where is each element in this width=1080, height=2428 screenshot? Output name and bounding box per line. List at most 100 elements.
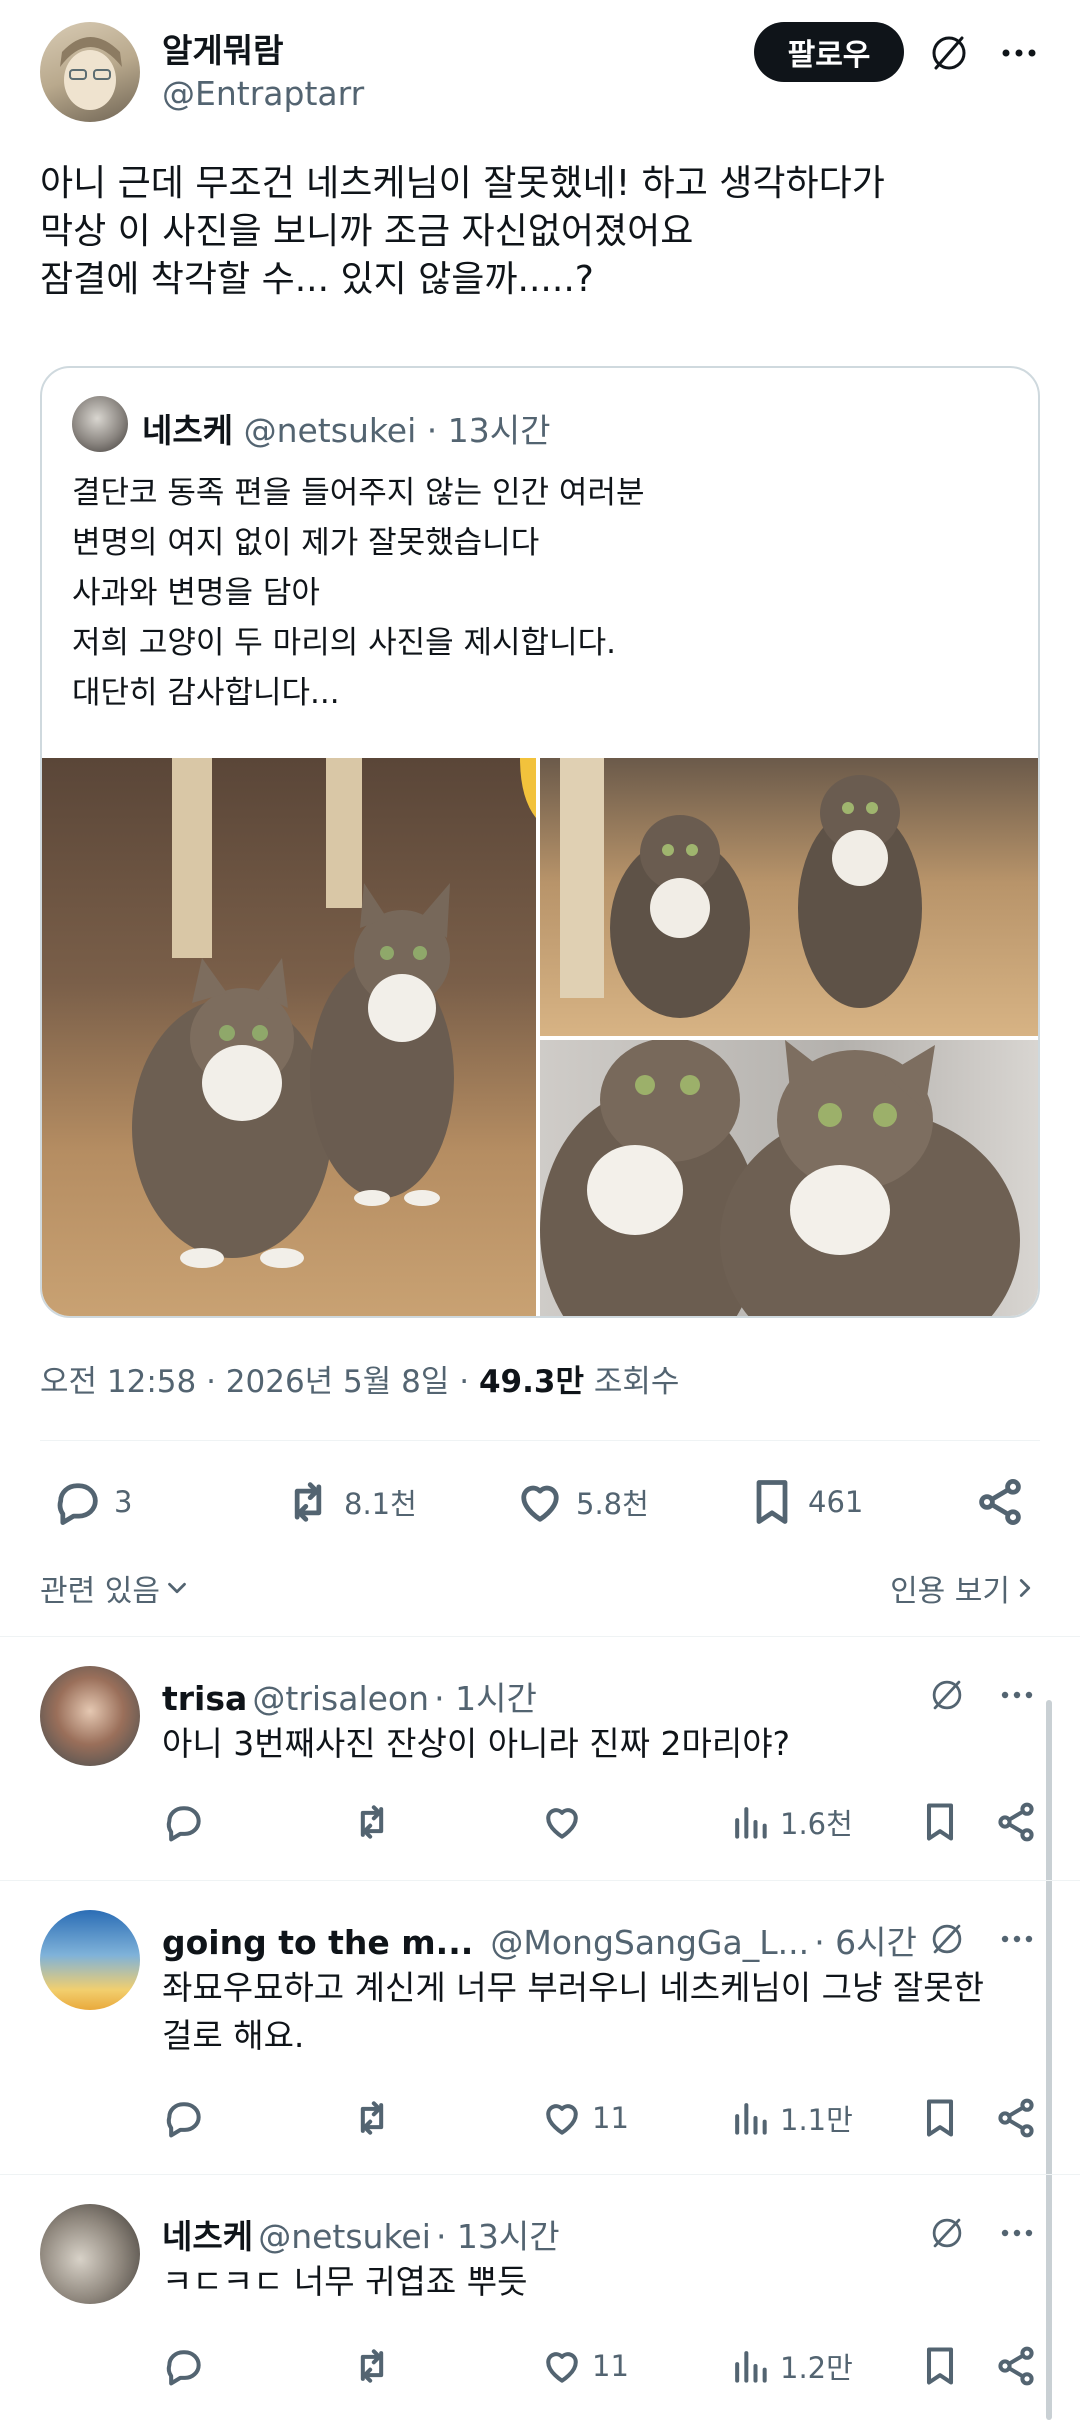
divider bbox=[0, 2174, 1080, 2175]
cat-photo-2[interactable] bbox=[540, 758, 1038, 1036]
speech-bubble-icon bbox=[166, 1806, 201, 1842]
reply-action-like[interactable] bbox=[540, 1800, 592, 1844]
share-button[interactable] bbox=[974, 1476, 1026, 1528]
author-handle[interactable]: @Entraptarr bbox=[162, 74, 364, 113]
share-icon bbox=[998, 2346, 1034, 2386]
reply-item[interactable]: 네츠케 @netsukei · 13시간 ㅋㄷㅋㄷ 너무 귀엽죠 뿌듯 11 1… bbox=[0, 2198, 1080, 2418]
repost-arrows-icon bbox=[360, 1805, 384, 1839]
reply-action-like[interactable]: 11 bbox=[540, 2096, 629, 2140]
reply-avatar[interactable] bbox=[40, 2204, 140, 2304]
author-name[interactable]: 알게뭐람 bbox=[162, 24, 283, 72]
follow-button[interactable]: 팔로우 bbox=[754, 22, 904, 82]
reply-action-bookmark[interactable] bbox=[918, 2344, 962, 2388]
reply-avatar[interactable] bbox=[40, 1910, 140, 2010]
quote-text-line: 변명의 여지 없이 제가 잘못했습니다 bbox=[72, 525, 540, 561]
cat-photo-3[interactable] bbox=[540, 1040, 1038, 1316]
reply-action-reply[interactable] bbox=[162, 1800, 206, 1844]
reply-action-repost[interactable] bbox=[350, 2096, 394, 2140]
share-icon bbox=[998, 2098, 1034, 2138]
reply-text: ㅋㄷㅋㄷ 너무 귀엽죠 뿌듯 bbox=[162, 2258, 527, 2306]
quote-time: · 13시간 bbox=[426, 411, 551, 450]
grok-slash-icon[interactable] bbox=[924, 2210, 970, 2256]
like-button[interactable]: 5.8천 bbox=[514, 1476, 649, 1528]
grok-slash-icon[interactable] bbox=[924, 1672, 970, 1718]
reply-author-name[interactable]: trisa bbox=[162, 1679, 247, 1718]
reply-author-name[interactable]: going to the m... bbox=[162, 1923, 473, 1962]
reply-text-line: 걸로 해요. bbox=[162, 2016, 305, 2055]
quote-author-name: 네츠케 bbox=[142, 411, 234, 450]
reply-text-line: 좌묘우묘하고 계신게 너무 부러우니 네츠케님이 그냥 잘못한 bbox=[162, 1968, 984, 2007]
grok-slash-icon[interactable] bbox=[924, 1916, 970, 1962]
like-count: 5.8천 bbox=[576, 1487, 649, 1521]
quote-text-line: 대단히 감사합니다... bbox=[72, 675, 340, 711]
reply-item[interactable]: trisa @trisaleon · 1시간 아니 3번째사진 잔상이 아니라 … bbox=[0, 1660, 1080, 1880]
more-dots-icon[interactable] bbox=[994, 1672, 1040, 1718]
quoted-post[interactable]: 네츠케 @netsukei · 13시간 결단코 동족 편을 들어주지 않는 인… bbox=[40, 366, 1040, 1318]
reply-action-share[interactable] bbox=[994, 2344, 1038, 2388]
reply-time: · 1시간 bbox=[434, 1679, 537, 1718]
repost-count: 8.1천 bbox=[344, 1487, 417, 1521]
reply-time: · 6시간 bbox=[814, 1923, 917, 1962]
quote-author-handle: @netsukei bbox=[243, 411, 417, 450]
reply-button[interactable]: 3 bbox=[52, 1476, 132, 1528]
divider bbox=[0, 1880, 1080, 1881]
reply-action-reply[interactable] bbox=[162, 2096, 206, 2140]
reply-view-count: 1.2만 bbox=[780, 2351, 853, 2385]
author-avatar[interactable] bbox=[40, 22, 140, 122]
quote-text-line: 결단코 동족 편을 들어주지 않는 인간 여러분 bbox=[72, 475, 645, 511]
reply-text: 아니 3번째사진 잔상이 아니라 진짜 2마리야? bbox=[162, 1720, 790, 1768]
bookmark-icon bbox=[926, 2099, 954, 2137]
timestamp-text: 오전 12:58 · 2026년 5월 8일 · bbox=[40, 1364, 479, 1400]
cat-photo-1[interactable] bbox=[42, 758, 536, 1316]
bookmark-button[interactable]: 461 bbox=[746, 1476, 863, 1528]
more-dots-icon[interactable] bbox=[994, 28, 1044, 78]
bookmark-icon bbox=[756, 1480, 788, 1524]
speech-bubble-icon bbox=[57, 1483, 98, 1525]
reply-action-reply[interactable] bbox=[162, 2344, 206, 2388]
reply-action-repost[interactable] bbox=[350, 1800, 394, 1844]
repost-button[interactable]: 8.1천 bbox=[282, 1476, 417, 1528]
view-quotes-link[interactable]: 인용 보기 bbox=[890, 1566, 1040, 1610]
more-dots-icon[interactable] bbox=[994, 1916, 1040, 1962]
speech-bubble-icon bbox=[166, 2350, 201, 2386]
reply-action-bookmark[interactable] bbox=[918, 2096, 962, 2140]
share-icon bbox=[998, 1802, 1034, 1842]
reply-author-handle[interactable]: @netsukei bbox=[258, 2217, 431, 2256]
reply-action-like[interactable]: 11 bbox=[540, 2344, 629, 2388]
reply-action-share[interactable] bbox=[994, 2096, 1038, 2140]
chevron-right-icon bbox=[1019, 1579, 1031, 1597]
repost-arrows-icon bbox=[360, 2349, 384, 2383]
reply-time: · 13시간 bbox=[435, 2217, 560, 2256]
bookmark-count: 461 bbox=[808, 1485, 864, 1519]
reply-action-bookmark[interactable] bbox=[918, 1800, 962, 1844]
divider bbox=[40, 1440, 1040, 1441]
post-timestamp: 오전 12:58 · 2026년 5월 8일 · 49.3만 조회수 bbox=[40, 1356, 679, 1401]
quote-author-avatar bbox=[72, 396, 128, 452]
reply-action-views[interactable]: 1.2만 bbox=[728, 2344, 853, 2388]
reply-text: 좌묘우묘하고 계신게 너무 부러우니 네츠케님이 그냥 잘못한 걸로 해요. bbox=[162, 1964, 984, 2060]
share-icon bbox=[979, 1479, 1021, 1525]
reply-action-views[interactable]: 1.1만 bbox=[728, 2096, 853, 2140]
bookmark-icon bbox=[926, 2347, 954, 2385]
quotes-label: 인용 보기 bbox=[890, 1574, 1010, 1609]
reply-author-handle[interactable]: @trisaleon bbox=[252, 1679, 429, 1718]
repost-arrows-icon bbox=[294, 1482, 322, 1522]
reply-item[interactable]: going to the m... @MongSangGa_L... · 6시간… bbox=[0, 1904, 1080, 2164]
grok-slash-icon[interactable] bbox=[924, 28, 974, 78]
reply-action-share[interactable] bbox=[994, 1800, 1038, 1844]
reply-avatar[interactable] bbox=[40, 1666, 140, 1766]
bar-chart-icon bbox=[735, 1807, 767, 1839]
reply-author-handle[interactable]: @MongSangGa_L... bbox=[490, 1923, 809, 1962]
bar-chart-icon bbox=[735, 2103, 767, 2135]
reply-action-views[interactable]: 1.6천 bbox=[728, 1800, 853, 1844]
reply-action-repost[interactable] bbox=[350, 2344, 394, 2388]
heart-icon bbox=[546, 1808, 578, 1839]
related-label: 관련 있음 bbox=[40, 1574, 160, 1609]
chevron-down-icon bbox=[168, 1582, 186, 1594]
reply-like-count: 11 bbox=[592, 2349, 629, 2383]
related-dropdown[interactable]: 관련 있음 bbox=[40, 1566, 192, 1610]
reply-author-name[interactable]: 네츠케 bbox=[162, 2217, 253, 2256]
bookmark-icon bbox=[926, 1803, 954, 1841]
heart-icon bbox=[546, 2104, 578, 2135]
more-dots-icon[interactable] bbox=[994, 2210, 1040, 2256]
